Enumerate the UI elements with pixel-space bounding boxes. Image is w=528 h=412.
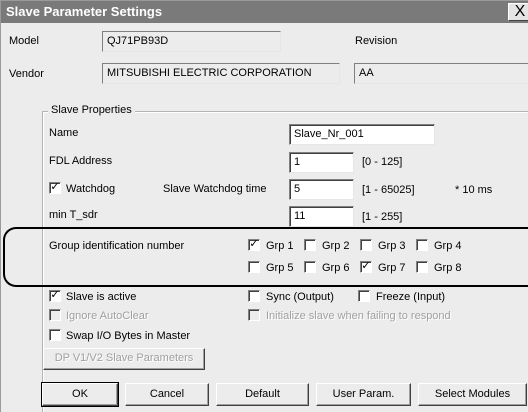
group-id-highlight-outline — [3, 227, 528, 287]
slave-active-checkbox[interactable]: ✓ — [49, 290, 61, 302]
watchdog-time-label: Slave Watchdog time — [163, 183, 267, 195]
slave-properties-title: Slave Properties — [48, 104, 135, 116]
check-icon: ✓ — [50, 289, 60, 301]
swap-io-label: Swap I/O Bytes in Master — [66, 330, 191, 342]
select-modules-button-label: Select Modules — [434, 388, 511, 400]
fdl-address-range: [0 - 125] — [362, 156, 403, 168]
slave-active-label: Slave is active — [66, 291, 137, 303]
title-bar: Slave Parameter Settings X — [1, 1, 528, 23]
close-icon: X — [514, 3, 526, 20]
model-label: Model — [9, 35, 39, 47]
user-param-button[interactable]: User Param. — [316, 383, 411, 406]
select-modules-button[interactable]: Select Modules — [418, 383, 527, 406]
swap-io-checkbox[interactable] — [49, 329, 61, 341]
name-label: Name — [49, 127, 79, 139]
vendor-field: MITSUBISHI ELECTRIC CORPORATION — [102, 63, 340, 84]
model-value: QJ71PB93D — [107, 35, 169, 47]
ok-button[interactable]: OK — [41, 382, 119, 407]
dialog-title: Slave Parameter Settings — [6, 4, 163, 19]
fdl-address-label: FDL Address — [49, 155, 113, 167]
min-tsdr-input[interactable]: 11 — [289, 206, 354, 227]
vendor-value: MITSUBISHI ELECTRIC CORPORATION — [107, 67, 312, 79]
watchdog-time-unit: * 10 ms — [455, 184, 493, 196]
watchdog-label: Watchdog — [66, 183, 116, 195]
fdl-address-input[interactable]: 1 — [289, 152, 354, 173]
revision-value: AA — [359, 67, 374, 79]
revision-label: Revision — [355, 35, 398, 47]
ignore-autoclear-checkbox — [49, 309, 61, 321]
user-param-button-label: User Param. — [332, 388, 395, 400]
slave-parameter-settings-dialog: Slave Parameter Settings X Model QJ71PB9… — [0, 0, 528, 412]
revision-field: AA — [354, 63, 528, 84]
freeze-input-label: Freeze (Input) — [376, 291, 446, 303]
init-slave-checkbox — [248, 309, 260, 321]
init-slave-label: Initialize slave when failing to respond — [266, 310, 451, 322]
name-input[interactable]: Slave_Nr_001 — [289, 124, 435, 145]
fdl-address-value: 1 — [294, 156, 301, 168]
ok-button-label: OK — [72, 388, 88, 400]
name-value: Slave_Nr_001 — [294, 128, 364, 140]
default-button[interactable]: Default — [216, 383, 309, 406]
watchdog-time-input[interactable]: 5 — [289, 179, 354, 200]
sync-output-checkbox[interactable] — [248, 290, 260, 302]
watchdog-time-value: 5 — [294, 183, 301, 195]
vendor-label: Vendor — [9, 68, 44, 80]
min-tsdr-label: min T_sdr — [49, 209, 98, 221]
default-button-label: Default — [245, 388, 280, 400]
ignore-autoclear-label: Ignore AutoClear — [66, 310, 149, 322]
dp-v1v2-slave-parameters-button: DP V1/V2 Slave Parameters — [43, 348, 205, 370]
check-icon: ✓ — [50, 181, 60, 193]
freeze-input-checkbox[interactable] — [358, 290, 370, 302]
cancel-button-label: Cancel — [149, 388, 185, 400]
watchdog-checkbox[interactable]: ✓ — [49, 182, 61, 194]
min-tsdr-range: [1 - 255] — [362, 211, 403, 223]
dp-v1v2-button-label: DP V1/V2 Slave Parameters — [54, 352, 194, 364]
sync-output-label: Sync (Output) — [266, 291, 334, 303]
watchdog-time-range: [1 - 65025] — [362, 184, 415, 196]
cancel-button[interactable]: Cancel — [125, 383, 209, 406]
model-field: QJ71PB93D — [102, 31, 281, 52]
min-tsdr-value: 11 — [294, 210, 306, 222]
close-button[interactable]: X — [508, 3, 528, 21]
